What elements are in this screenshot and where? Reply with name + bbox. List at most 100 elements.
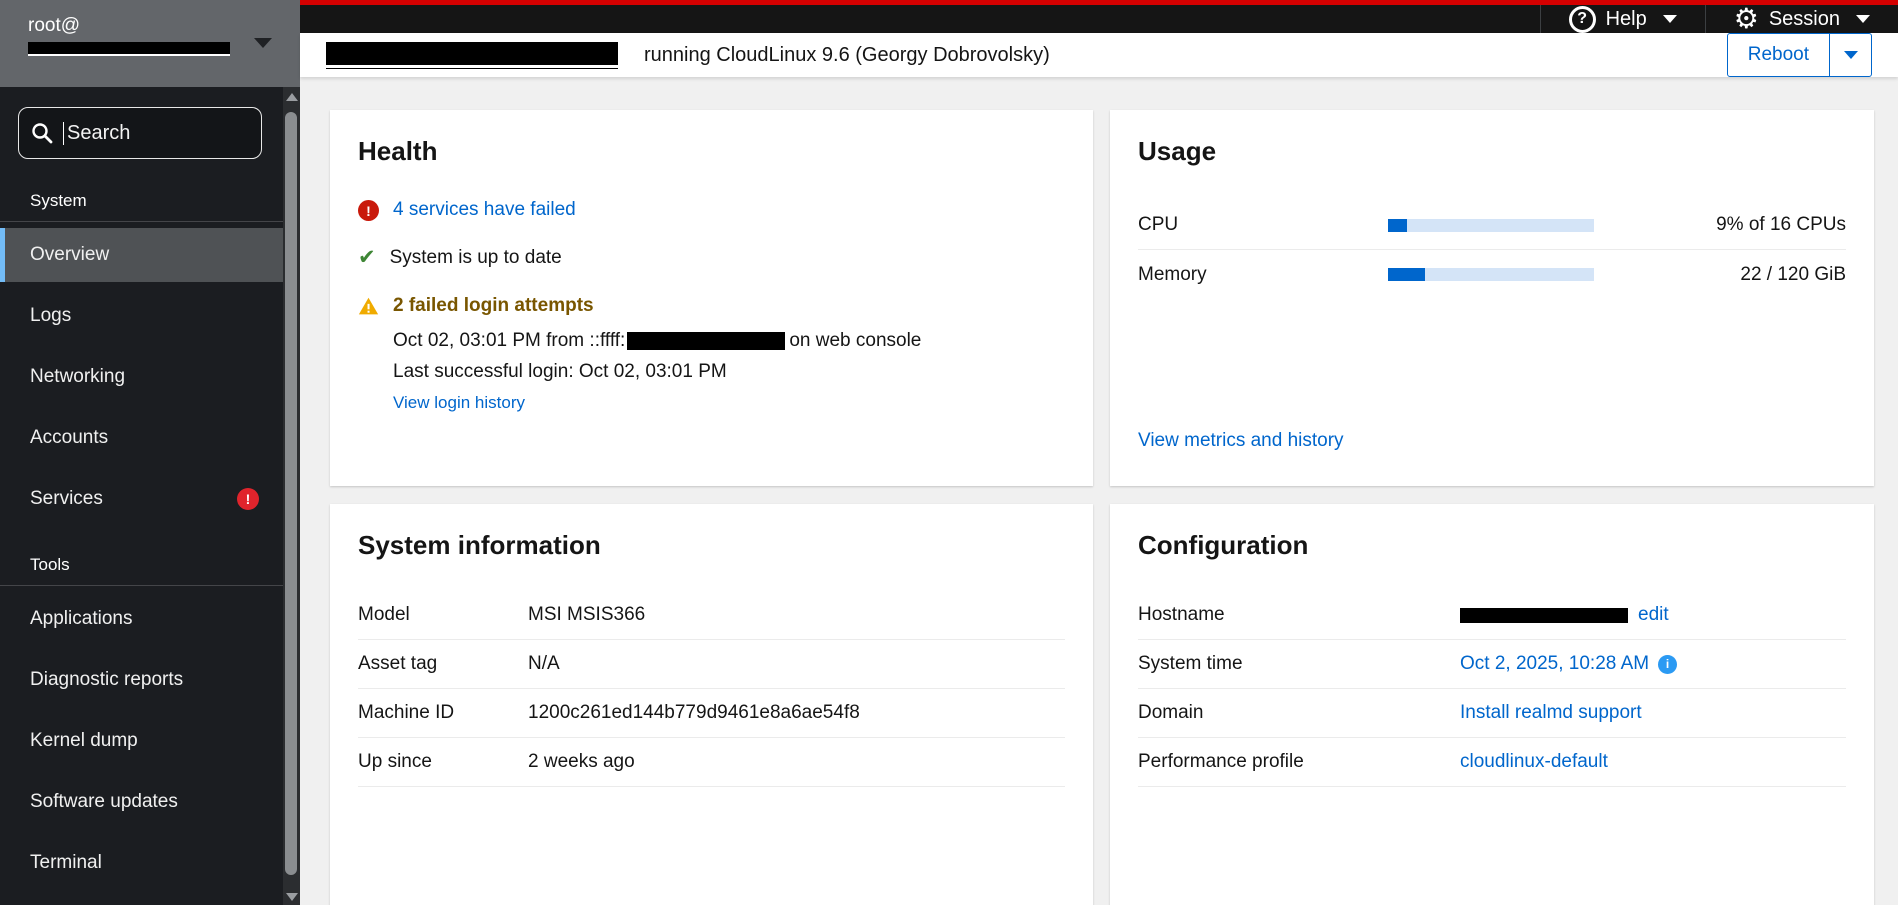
sidebar-item-logs[interactable]: Logs	[0, 289, 283, 343]
memory-progress-bar	[1388, 268, 1594, 281]
gear-icon: ⚙	[1733, 3, 1759, 34]
usage-title: Usage	[1138, 136, 1217, 166]
session-menu-button[interactable]: ⚙ Session	[1704, 3, 1898, 34]
usage-card: Usage CPU 9% of 16 CPUs Memory 22 / 120 …	[1110, 110, 1874, 486]
failed-login-detail: Oct 02, 03:01 PM from ::ffff: on web cons…	[393, 325, 921, 356]
nav-section-label: System	[30, 191, 87, 210]
memory-usage-value: 22 / 120 GiB	[1740, 263, 1846, 285]
nav-section-system: System Overview Logs Networking Accounts	[0, 169, 300, 526]
machine-id-label: Machine ID	[358, 702, 455, 723]
health-list: ! 4 services have failed ✔ System is up …	[358, 199, 1065, 414]
sidebar: root@ System Overview Logs	[0, 0, 300, 905]
chevron-down-icon	[1843, 51, 1858, 59]
masthead: ? Help ⚙ Session	[300, 0, 1898, 33]
redacted-host-link[interactable]	[326, 42, 618, 68]
usage-table: CPU 9% of 16 CPUs Memory 22 / 120 GiB	[1138, 201, 1846, 299]
hostname-edit-link[interactable]: edit	[1638, 604, 1669, 626]
health-title: Health	[358, 136, 438, 166]
asset-tag-label: Asset tag	[358, 653, 438, 674]
info-icon[interactable]: i	[1658, 654, 1678, 674]
reboot-button[interactable]: Reboot	[1728, 34, 1829, 76]
system-information-card: System information Model MSI MSIS366 Ass…	[330, 504, 1093, 905]
table-row: Hostname edit	[1138, 591, 1846, 640]
last-login-text: Last successful login: Oct 02, 03:01 PM	[393, 361, 727, 382]
system-information-table: Model MSI MSIS366 Asset tag N/A Machine …	[358, 591, 1065, 787]
configuration-title: Configuration	[1138, 530, 1309, 560]
cpu-progress-bar	[1388, 218, 1594, 232]
reboot-dropdown-toggle[interactable]	[1829, 34, 1871, 76]
table-row: Asset tag N/A	[358, 640, 1065, 689]
logged-in-user: root@	[28, 15, 81, 36]
scroll-down-arrow-icon[interactable]	[286, 893, 298, 901]
model-label: Model	[358, 604, 410, 625]
memory-progress-fill	[1388, 268, 1426, 281]
sidebar-item-applications[interactable]: Applications	[0, 592, 283, 646]
performance-profile-value: cloudlinux-default	[1460, 751, 1608, 773]
table-row: Performance profile cloudlinux-default	[1138, 738, 1846, 787]
search-input[interactable]	[63, 121, 233, 145]
configuration-card: Configuration Hostname edit System time …	[1110, 504, 1874, 905]
system-time-value: Oct 2, 2025, 10:28 AM i	[1460, 653, 1678, 675]
success-check-icon: ✔	[358, 246, 376, 269]
cpu-usage-row: CPU 9% of 16 CPUs	[1138, 201, 1846, 250]
table-row: Domain Install realmd support	[1138, 689, 1846, 738]
sidebar-item-label: Applications	[30, 608, 133, 629]
health-card: Health ! 4 services have failed ✔ System…	[330, 110, 1093, 486]
sidebar-item-software-updates[interactable]: Software updates	[0, 775, 283, 829]
up-since-label: Up since	[358, 751, 432, 772]
scrollbar-thumb[interactable]	[285, 112, 297, 875]
table-row: Machine ID 1200c261ed144b779d9461e8a6ae5…	[358, 689, 1065, 738]
sidebar-item-terminal[interactable]: Terminal	[0, 836, 283, 890]
sidebar-item-overview[interactable]: Overview	[0, 228, 283, 282]
error-icon: !	[358, 200, 379, 221]
section-divider	[0, 221, 283, 222]
system-time-link[interactable]: Oct 2, 2025, 10:28 AM	[1460, 653, 1649, 675]
memory-usage-row: Memory 22 / 120 GiB	[1138, 250, 1846, 299]
table-row: System time Oct 2, 2025, 10:28 AM i	[1138, 640, 1846, 689]
domain-value: Install realmd support	[1460, 702, 1642, 724]
sidebar-item-label: Software updates	[30, 791, 178, 812]
failed-services-item: ! 4 services have failed	[358, 199, 1065, 221]
sidebar-item-diagnostic-reports[interactable]: Diagnostic reports	[0, 653, 283, 707]
table-row: Up since 2 weeks ago	[358, 738, 1065, 787]
failed-logins-title: 2 failed login attempts	[393, 295, 594, 316]
nav-section-label: Tools	[30, 555, 70, 574]
machine-id-value: 1200c261ed144b779d9461e8a6ae54f8	[528, 702, 860, 723]
up-to-date-item: ✔ System is up to date	[358, 247, 1065, 269]
cpu-usage-value: 9% of 16 CPUs	[1716, 214, 1846, 235]
app-root: root@ System Overview Logs	[0, 0, 1898, 905]
services-alert-badge: !	[237, 488, 259, 510]
failed-login-suffix: on web console	[789, 330, 922, 351]
sidebar-item-networking[interactable]: Networking	[0, 350, 283, 404]
sidebar-item-accounts[interactable]: Accounts	[0, 411, 283, 465]
memory-label: Memory	[1138, 263, 1207, 285]
scroll-up-arrow-icon[interactable]	[286, 93, 298, 101]
performance-profile-label: Performance profile	[1138, 751, 1304, 772]
section-divider	[0, 585, 283, 586]
redacted-ip-address	[627, 331, 786, 350]
chevron-down-icon	[1662, 15, 1677, 23]
nav-section-tools: Tools Applications Diagnostic reports Ke…	[0, 533, 300, 890]
failed-logins-item: 2 failed login attempts Oct 02, 03:01 PM…	[358, 295, 1065, 414]
sidebar-item-label: Logs	[30, 305, 72, 326]
configuration-table: Hostname edit System time Oct 2, 2025, 1…	[1138, 591, 1846, 787]
cpu-progress-fill	[1388, 218, 1407, 232]
hostname-label: Hostname	[1138, 604, 1225, 625]
overview-cards: Health ! 4 services have failed ✔ System…	[300, 77, 1898, 905]
view-metrics-link[interactable]: View metrics and history	[1138, 430, 1846, 452]
redacted-hostname-value	[1460, 607, 1628, 623]
system-time-label: System time	[1138, 653, 1243, 674]
install-realmd-link[interactable]: Install realmd support	[1460, 702, 1642, 724]
host-switcher[interactable]: root@	[0, 0, 300, 87]
sidebar-item-services[interactable]: Services !	[0, 472, 283, 526]
system-information-title: System information	[358, 530, 601, 560]
failed-services-link[interactable]: 4 services have failed	[393, 199, 576, 221]
view-login-history-link[interactable]: View login history	[393, 393, 525, 413]
help-menu-button[interactable]: ? Help	[1539, 5, 1705, 33]
sidebar-item-kernel-dump[interactable]: Kernel dump	[0, 714, 283, 768]
performance-profile-link[interactable]: cloudlinux-default	[1460, 751, 1608, 773]
help-icon: ?	[1568, 5, 1596, 33]
sidebar-scrollbar[interactable]	[283, 87, 300, 905]
chevron-down-icon	[254, 38, 272, 48]
sidebar-item-label: Kernel dump	[30, 730, 138, 751]
